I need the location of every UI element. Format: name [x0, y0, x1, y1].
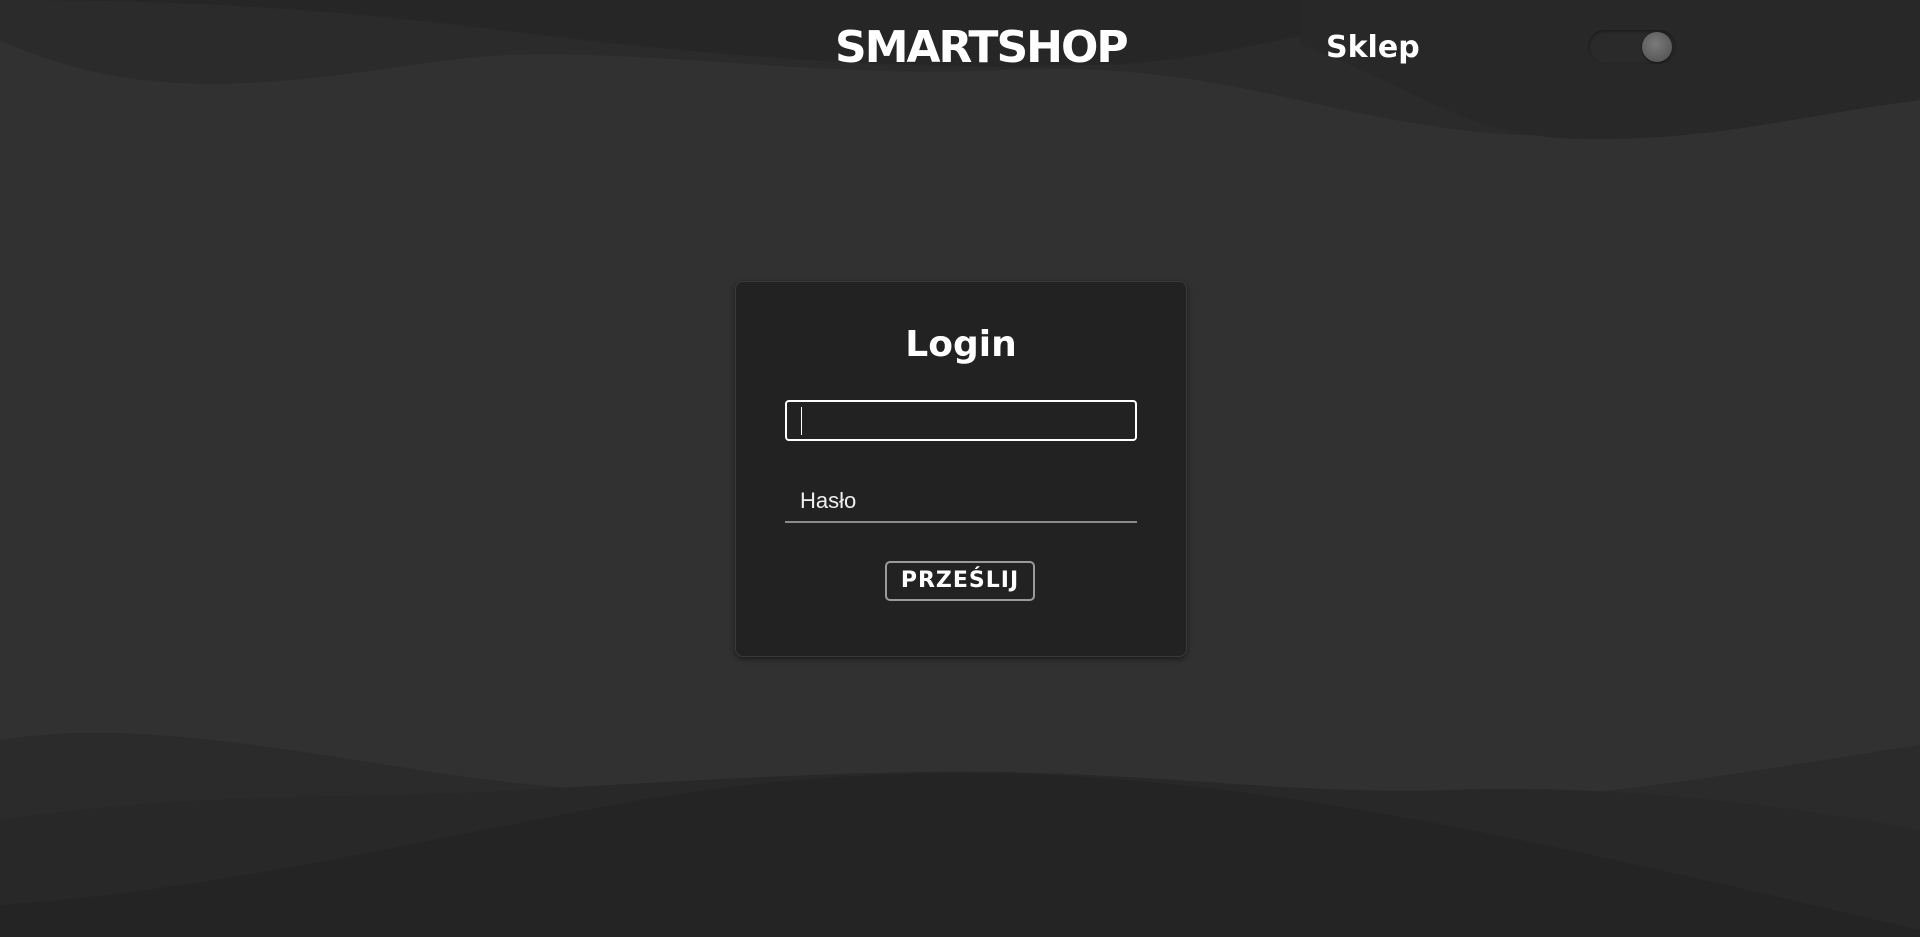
password-input[interactable]: [785, 480, 1137, 521]
toggle-knob: [1642, 32, 1672, 62]
brand-logo[interactable]: SMARTSHOP: [835, 20, 1129, 76]
nav-link-shop[interactable]: Sklep: [1326, 28, 1420, 68]
login-card: Login PRZEŚLIJ: [735, 281, 1187, 657]
submit-button[interactable]: PRZEŚLIJ: [885, 561, 1035, 601]
password-field: [785, 480, 1137, 523]
page: SMARTSHOP Sklep Login PRZEŚLIJ: [0, 0, 1920, 937]
login-title: Login: [905, 324, 1017, 365]
login-input[interactable]: [785, 400, 1137, 441]
header: SMARTSHOP Sklep: [0, 0, 1920, 100]
theme-toggle[interactable]: [1588, 30, 1676, 64]
text-caret: [801, 407, 802, 435]
